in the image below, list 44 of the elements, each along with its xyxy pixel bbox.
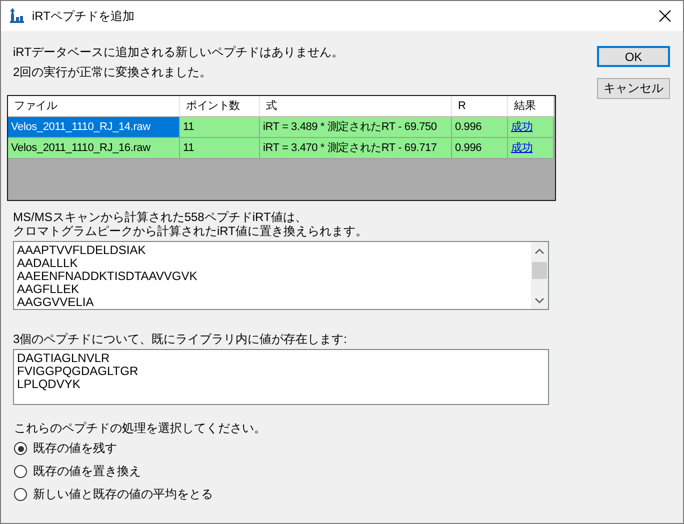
- list-item[interactable]: FVIGGPQGDAGLTGR: [17, 365, 138, 378]
- scroll-thumb[interactable]: [532, 262, 547, 279]
- list-item[interactable]: AAAPTVVFLDELDSIAK: [17, 244, 146, 257]
- dialog-button[interactable]: キャンセル: [597, 78, 670, 99]
- dialog-button[interactable]: OK: [597, 46, 670, 67]
- table-cell: 11: [180, 138, 260, 159]
- list-item[interactable]: AAEENFNADDKTISDTAAVVGVK: [17, 270, 198, 283]
- table-cell: 11: [180, 117, 260, 138]
- app-icon: [9, 8, 25, 24]
- radio-label[interactable]: 既存の値を残す: [33, 440, 117, 457]
- list-box[interactable]: AAAPTVVFLDELDSIAK AADALLLK AAEENFNADDKTISDTAAVVGVK AAGFLLEK AAGGVVELIA: [13, 241, 549, 310]
- column-header[interactable]: 結果: [508, 96, 554, 117]
- info-text: 3個のペプチドについて、既にライブラリ内に値が存在します:: [13, 332, 348, 346]
- radio-label[interactable]: 新しい値と既存の値の平均をとる: [33, 486, 213, 503]
- close-icon[interactable]: [659, 10, 671, 22]
- message-text: 2回の実行が正常に変換されました。: [13, 64, 213, 81]
- list-box[interactable]: DAGTIAGLNVLR FVIGGPQGDAGLTGR LPLQDVYK: [13, 349, 549, 405]
- table-cell[interactable]: Velos_2011_1110_RJ_14.raw: [8, 117, 180, 138]
- list-item[interactable]: DAGTIAGLNVLR: [17, 352, 110, 365]
- table-cell[interactable]: Velos_2011_1110_RJ_16.raw: [8, 138, 180, 159]
- radio-button[interactable]: [14, 442, 27, 455]
- column-header[interactable]: 式: [260, 96, 452, 117]
- scroll-up-icon[interactable]: [535, 248, 544, 254]
- list-item[interactable]: AADALLLK: [17, 257, 78, 270]
- message-text: iRTデータベースに追加される新しいペプチドはありません。: [13, 44, 344, 61]
- radio-button[interactable]: [14, 488, 27, 501]
- radio-button[interactable]: [14, 465, 27, 478]
- list-item[interactable]: AAGGVVELIA: [17, 296, 94, 309]
- list-item[interactable]: AAGFLLEK: [17, 283, 80, 296]
- prompt-text: これらのペプチドの処理を選択してください。: [14, 421, 267, 435]
- table-cell: 0.996: [452, 138, 508, 159]
- column-header[interactable]: R: [452, 96, 508, 117]
- table-cell: iRT = 3.489 * 測定されたRT - 69.750: [260, 117, 452, 138]
- radio-label[interactable]: 既存の値を置き換え: [33, 463, 141, 480]
- info-text: MS/MSスキャンから計算された558ペプチドiRT値は、: [13, 210, 308, 224]
- scroll-down-icon[interactable]: [535, 298, 544, 304]
- list-item[interactable]: LPLQDVYK: [17, 378, 80, 391]
- scrollbar[interactable]: [531, 242, 548, 309]
- table-cell: iRT = 3.470 * 測定されたRT - 69.717: [260, 138, 452, 159]
- info-text: クロマトグラムピークから計算されたiRT値に置き換えられます。: [13, 224, 368, 238]
- column-header[interactable]: ポイント数: [180, 96, 260, 117]
- table-cell: 0.996: [452, 117, 508, 138]
- column-header[interactable]: ファイル: [8, 96, 180, 117]
- window-title: iRTペプチドを追加: [32, 8, 134, 24]
